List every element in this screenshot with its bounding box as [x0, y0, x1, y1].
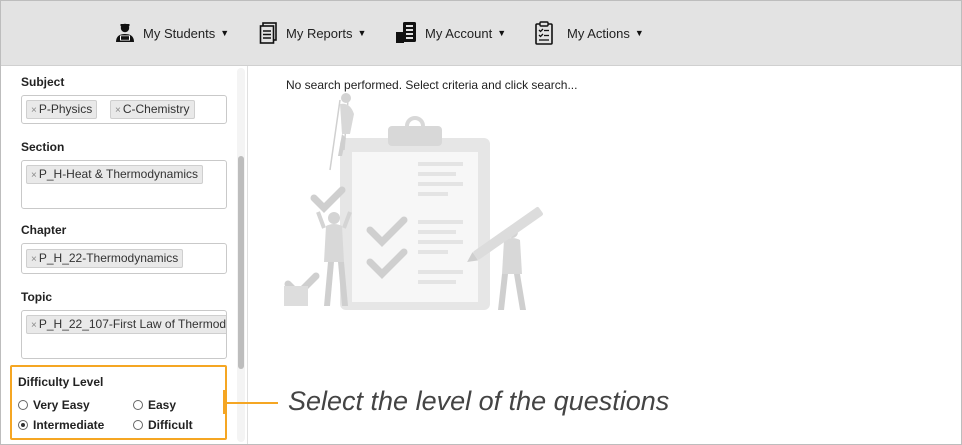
difficulty-level-group: Difficulty Level Very Easy Easy Intermed… — [10, 365, 227, 440]
radio-label: Difficult — [148, 418, 193, 432]
remove-tag-icon[interactable]: × — [115, 105, 121, 116]
remove-tag-icon[interactable]: × — [31, 105, 37, 116]
tag-label: C-Chemistry — [122, 102, 190, 116]
chapter-multiselect[interactable]: × P_H_22-Thermodynamics — [21, 243, 227, 274]
students-icon — [116, 23, 134, 42]
nav-label: My Students — [143, 25, 216, 41]
radio-circle[interactable] — [133, 400, 143, 410]
app-window: My Students ▼ My Reports ▼ My Account ▼ … — [0, 0, 962, 445]
subject-tag[interactable]: × P-Physics — [26, 100, 98, 119]
chevron-down-icon: ▼ — [357, 28, 367, 38]
radio-circle[interactable] — [133, 420, 143, 430]
filter-sidebar: Subject × P-Physics × C-Chemistry Section … — [1, 66, 248, 444]
empty-state-illustration — [284, 93, 543, 310]
subject-label: Subject — [21, 75, 65, 89]
section-multiselect[interactable]: × P_H-Heat & Thermodynamics — [21, 160, 227, 209]
chapter-tag[interactable]: × P_H_22-Thermodynamics — [26, 249, 184, 268]
radio-circle-selected[interactable] — [18, 420, 28, 430]
section-tag[interactable]: × P_H-Heat & Thermodynamics — [26, 165, 204, 184]
chapter-label: Chapter — [21, 223, 67, 237]
chevron-down-icon: ▼ — [220, 28, 230, 38]
topic-tag[interactable]: ×P_H_22_107-First Law of Thermodynamics — [26, 315, 227, 334]
radio-circle[interactable] — [18, 400, 28, 410]
actions-icon — [535, 21, 553, 45]
radio-label: Very Easy — [33, 398, 90, 412]
remove-tag-icon[interactable]: × — [31, 254, 37, 265]
nav-label: My Reports — [286, 25, 353, 41]
radio-difficult[interactable]: Difficult — [133, 418, 193, 432]
subject-multiselect[interactable]: × P-Physics × C-Chemistry — [21, 95, 227, 124]
tag-label: P-Physics — [38, 102, 93, 116]
topic-multiselect[interactable]: ×P_H_22_107-First Law of Thermodynamics — [21, 310, 227, 359]
nav-my-reports[interactable]: My Reports ▼ — [259, 1, 366, 65]
chevron-down-icon: ▼ — [634, 28, 644, 38]
remove-tag-icon[interactable]: × — [31, 320, 37, 331]
chevron-down-icon: ▼ — [497, 28, 507, 38]
tag-label: P_H_22_107-First Law of Thermodynamics — [38, 317, 227, 331]
radio-label: Intermediate — [33, 418, 105, 432]
nav-my-students[interactable]: My Students ▼ — [114, 1, 229, 65]
tag-label: P_H-Heat & Thermodynamics — [38, 167, 199, 181]
subject-tag[interactable]: × C-Chemistry — [110, 100, 195, 119]
topic-label: Topic — [21, 290, 53, 304]
radio-very-easy[interactable]: Very Easy — [18, 398, 90, 412]
top-navigation-bar: My Students ▼ My Reports ▼ My Account ▼ … — [1, 1, 961, 66]
tag-label: P_H_22-Thermodynamics — [38, 251, 179, 265]
radio-intermediate[interactable]: Intermediate — [18, 418, 104, 432]
reports-icon — [259, 22, 277, 44]
callout-connector-line — [223, 402, 278, 404]
difficulty-label: Difficulty Level — [18, 375, 104, 389]
nav-label: My Actions — [567, 25, 630, 41]
callout-annotation: Select the level of the questions — [288, 386, 670, 416]
sidebar-scrollbar-thumb[interactable] — [238, 156, 244, 369]
radio-label: Easy — [148, 398, 177, 412]
section-label: Section — [21, 140, 65, 154]
nav-my-account[interactable]: My Account ▼ — [394, 1, 506, 65]
remove-tag-icon[interactable]: × — [31, 170, 37, 181]
account-icon — [396, 22, 416, 43]
nav-label: My Account — [425, 25, 493, 41]
nav-my-actions[interactable]: My Actions ▼ — [534, 1, 644, 65]
radio-easy[interactable]: Easy — [133, 398, 176, 412]
